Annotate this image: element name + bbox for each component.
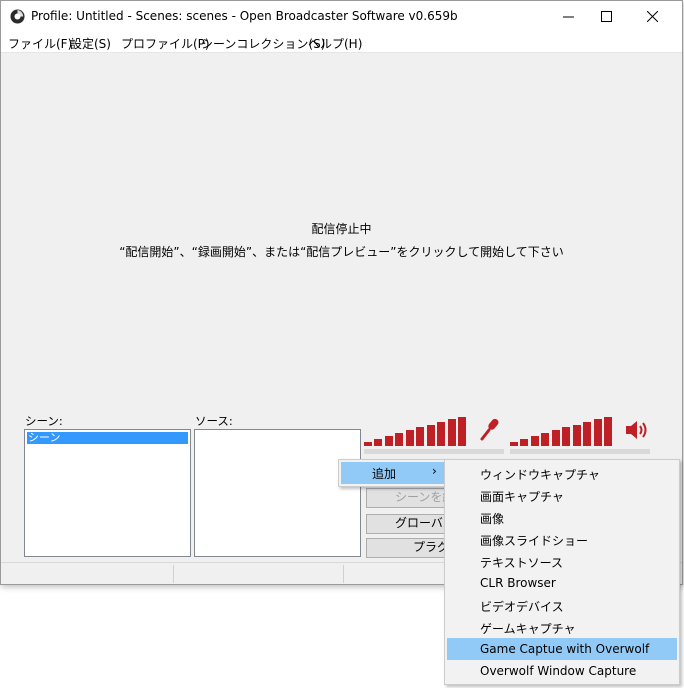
mic-volume-meter (364, 416, 476, 446)
submenu-item-image[interactable]: 画像 (447, 506, 677, 528)
menu-profile[interactable]: プロファイル(P) (121, 35, 210, 52)
maximize-icon (600, 11, 612, 22)
microphone-icon[interactable] (479, 417, 501, 441)
status-divider (173, 565, 174, 583)
title-bar[interactable]: Profile: Untitled - Scenes: scenes - Ope… (1, 1, 682, 32)
close-button[interactable] (629, 1, 675, 32)
mic-volume-slider[interactable] (364, 449, 504, 454)
scene-list-item[interactable]: シーン (27, 432, 188, 444)
chevron-right-icon: › (432, 464, 437, 478)
submenu-item-video-device[interactable]: ビデオデバイス (447, 594, 677, 616)
menu-help[interactable]: ヘルプ(H) (308, 35, 362, 52)
sources-list[interactable] (194, 429, 361, 557)
add-menu-label: 追加 (372, 467, 397, 481)
submenu-item-clr-browser[interactable]: CLR Browser (447, 572, 677, 594)
edit-scene-button[interactable]: シーンを編 (366, 488, 456, 508)
desktop-volume-meter (510, 416, 622, 446)
sources-label: ソース: (195, 414, 233, 428)
menu-bar: ファイル(F) 設定(S) プロファイル(P) シーンコレクション(S) ヘルプ… (1, 32, 682, 53)
status-divider (343, 565, 344, 583)
preview-status-title: 配信停止中 (311, 222, 372, 236)
minimize-icon (562, 16, 574, 18)
sources-context-menu: 追加 › (338, 459, 448, 487)
menu-file[interactable]: ファイル(F) (8, 35, 72, 52)
scenes-label: シーン: (25, 414, 63, 428)
submenu-item-monitor-capture[interactable]: 画面キャプチャ (447, 484, 677, 506)
submenu-item-overwolf-window-capture[interactable]: Overwolf Window Capture (447, 660, 677, 682)
add-source-submenu: ウィンドウキャプチャ 画面キャプチャ 画像 画像スライドショー テキストソース … (444, 459, 680, 685)
desktop-volume-slider[interactable] (510, 449, 650, 454)
close-icon (646, 11, 658, 22)
menu-scene-collection[interactable]: シーンコレクション(S) (201, 35, 325, 52)
speaker-icon[interactable] (625, 419, 649, 441)
submenu-item-window-capture[interactable]: ウィンドウキャプチャ (447, 462, 677, 484)
submenu-item-text-source[interactable]: テキストソース (447, 550, 677, 572)
preview-status-hint: “配信開始”、“録画開始”、または“配信プレビュー”をクリックして開始して下さい (119, 245, 564, 259)
menu-settings[interactable]: 設定(S) (70, 35, 111, 52)
obs-logo-icon (10, 9, 25, 24)
maximize-button[interactable] (583, 1, 629, 32)
scenes-list[interactable]: シーン (24, 429, 191, 557)
submenu-item-game-capture[interactable]: ゲームキャプチャ (447, 616, 677, 638)
submenu-item-image-slideshow[interactable]: 画像スライドショー (447, 528, 677, 550)
global-sources-button[interactable]: グローバル (366, 514, 456, 534)
plugins-button[interactable]: プラグイ (366, 538, 456, 558)
submenu-item-game-capture-overwolf[interactable]: Game Captue with Overwolf (447, 638, 677, 660)
window-title: Profile: Untitled - Scenes: scenes - Ope… (31, 9, 458, 23)
